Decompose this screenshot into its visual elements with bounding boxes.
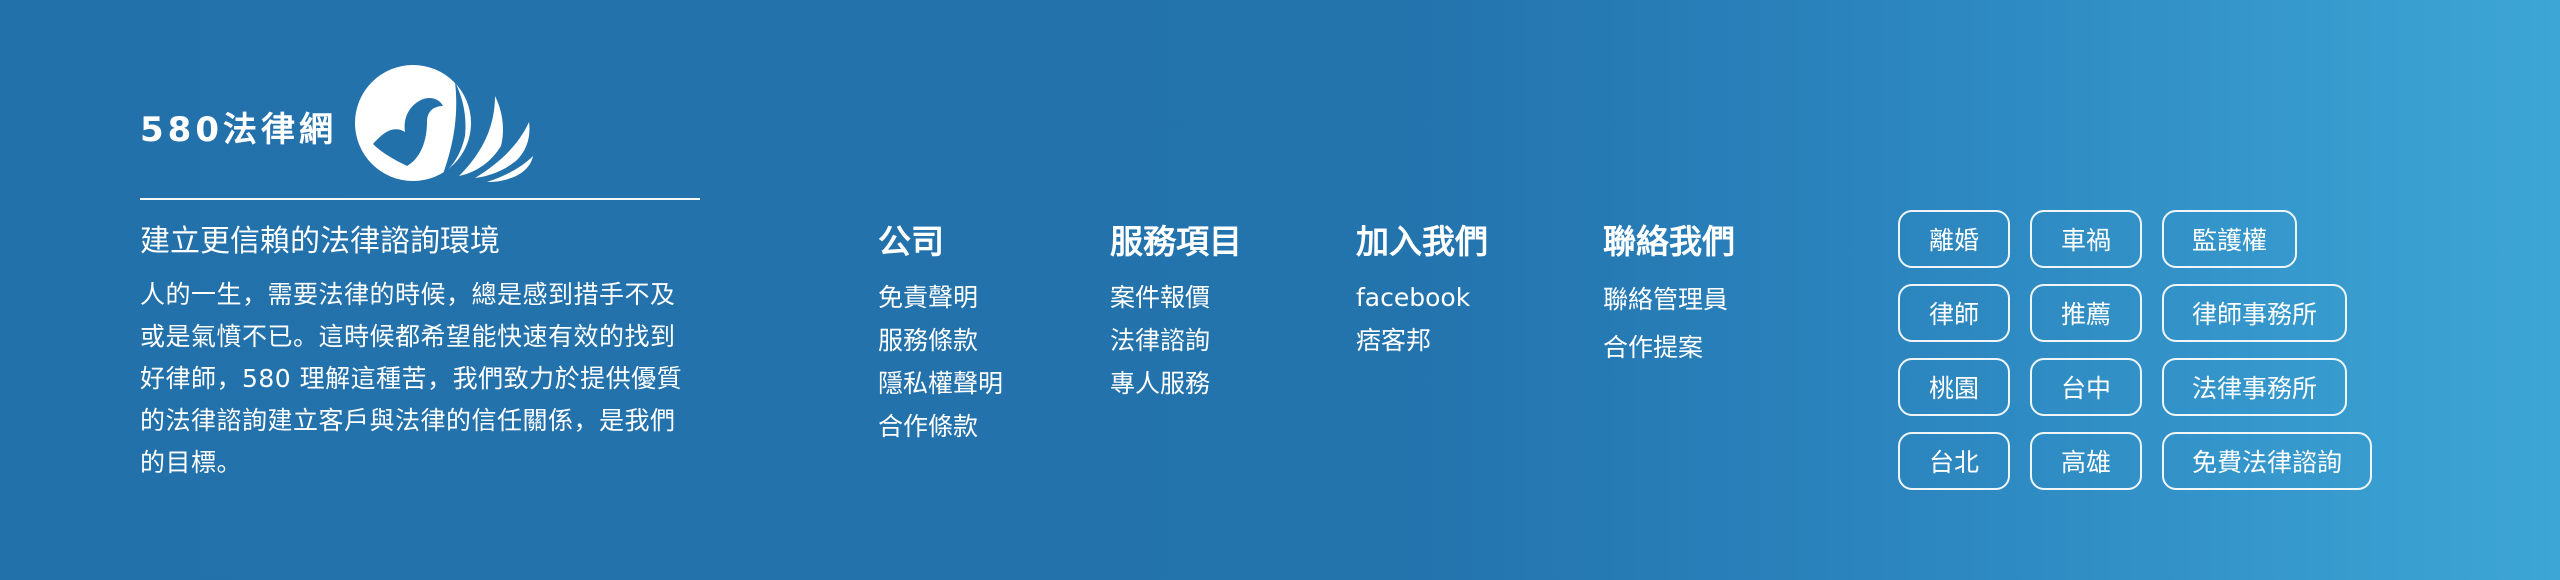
column-title-company: 公司 xyxy=(878,222,944,261)
link-case-quote[interactable]: 案件報價 xyxy=(1110,276,1242,319)
tag-button[interactable]: 車禍 xyxy=(2030,210,2142,268)
footer-brand: 580法律網 建立更信賴的法律諮詢環境 人的一生，需要法律的時候，總是感到措手不… xyxy=(140,58,700,484)
footer-column-join: 加入我們 facebook 痞客邦 xyxy=(1356,220,1488,362)
link-personal-service[interactable]: 專人服務 xyxy=(1110,362,1242,405)
brand-tagline: 建立更信賴的法律諮詢環境 xyxy=(140,224,500,259)
tag-button[interactable]: 律師事務所 xyxy=(2162,284,2348,342)
tag-button[interactable]: 台中 xyxy=(2030,358,2142,416)
column-title-join: 加入我們 xyxy=(1356,222,1488,261)
tag-row: 桃園 台中 法律事務所 xyxy=(1898,358,2518,416)
column-title-services: 服務項目 xyxy=(1110,222,1242,261)
tag-button[interactable]: 台北 xyxy=(1898,432,2010,490)
brand-name: 580法律網 xyxy=(140,109,337,150)
tag-button[interactable]: 免費法律諮詢 xyxy=(2162,432,2373,490)
link-facebook[interactable]: facebook xyxy=(1356,276,1488,319)
footer-column-contact: 聯絡我們 聯絡管理員 合作提案 xyxy=(1603,220,1735,372)
tag-cloud: 離婚 車禍 監護權 律師 推薦 律師事務所 桃園 台中 法律事務所 台北 高雄 … xyxy=(1898,210,2518,506)
tag-row: 律師 推薦 律師事務所 xyxy=(1898,284,2518,342)
tag-row: 台北 高雄 免費法律諮詢 xyxy=(1898,432,2518,490)
link-cooperation-proposal[interactable]: 合作提案 xyxy=(1603,324,1735,372)
link-pixnet[interactable]: 痞客邦 xyxy=(1356,319,1488,362)
link-privacy-policy[interactable]: 隱私權聲明 xyxy=(878,362,1003,405)
link-partnership-terms[interactable]: 合作條款 xyxy=(878,405,1003,448)
tag-button[interactable]: 離婚 xyxy=(1898,210,2010,268)
brand-description: 人的一生，需要法律的時候，總是感到措手不及或是氣憤不已。這時候都希望能快速有效的… xyxy=(140,280,683,477)
tag-button[interactable]: 推薦 xyxy=(2030,284,2142,342)
footer-column-company: 公司 免責聲明 服務條款 隱私權聲明 合作條款 xyxy=(878,220,1003,448)
tag-button[interactable]: 桃園 xyxy=(1898,358,2010,416)
tag-button[interactable]: 高雄 xyxy=(2030,432,2142,490)
column-title-contact: 聯絡我們 xyxy=(1603,222,1735,261)
link-contact-admin[interactable]: 聯絡管理員 xyxy=(1603,276,1735,324)
link-disclaimer[interactable]: 免責聲明 xyxy=(878,276,1003,319)
tag-button[interactable]: 監護權 xyxy=(2162,210,2298,268)
tag-button[interactable]: 法律事務所 xyxy=(2162,358,2348,416)
logo-row[interactable]: 580法律網 xyxy=(140,58,700,188)
footer-column-services: 服務項目 案件報價 法律諮詢 專人服務 xyxy=(1110,220,1242,405)
link-legal-consultation[interactable]: 法律諮詢 xyxy=(1110,319,1242,362)
link-terms-of-service[interactable]: 服務條款 xyxy=(878,319,1003,362)
tag-button[interactable]: 律師 xyxy=(1898,284,2010,342)
bird-wings-logo-icon xyxy=(354,65,533,182)
brand-divider xyxy=(140,198,700,200)
tag-row: 離婚 車禍 監護權 xyxy=(1898,210,2518,268)
